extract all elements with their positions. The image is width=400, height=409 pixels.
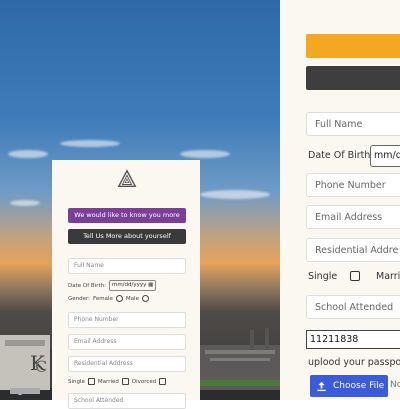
male-radio[interactable] — [141, 295, 149, 302]
dob-label-large: Date Of Birth: — [308, 150, 374, 161]
email-input[interactable]: Email Address — [68, 334, 186, 350]
marital-status-row: Single Married Divorced — [68, 378, 186, 385]
dob-row: Date Of Birth: mm/dd/yyyy ▦ — [68, 280, 186, 291]
number-input-large[interactable]: 11211838 — [306, 330, 400, 349]
no-file-chosen-text: No — [390, 380, 400, 390]
gender-label: Gender: — [68, 295, 91, 302]
dark-header-button[interactable] — [306, 66, 400, 90]
single-checkbox[interactable] — [87, 378, 95, 385]
divorced-label: Divorced — [131, 378, 157, 385]
yellow-header-button[interactable] — [306, 34, 400, 58]
calendar-icon[interactable]: ▦ — [148, 282, 153, 288]
choose-file-label: Choose File — [333, 381, 385, 391]
full-name-input[interactable]: Full Name — [68, 258, 186, 274]
single-label-large: Single — [308, 271, 338, 282]
dob-label: Date Of Birth: — [68, 282, 106, 289]
full-name-input-large[interactable]: Full Name — [306, 112, 400, 136]
svg-text:C: C — [35, 357, 47, 376]
residential-address-input[interactable]: Residential Address — [68, 356, 186, 372]
dob-date-input[interactable]: mm/dd/yyyy ▦ — [108, 280, 157, 291]
phone-input[interactable]: Phone Number — [68, 312, 186, 328]
passport-upload-label: uplood your passpo — [308, 357, 400, 368]
male-label: Male — [125, 295, 139, 302]
female-radio[interactable] — [115, 295, 123, 302]
know-you-more-button[interactable]: We would like to know you more — [68, 208, 186, 223]
school-attended-input[interactable]: School Attended — [68, 393, 186, 409]
dob-date-input-large[interactable]: mm/d — [370, 145, 400, 167]
residential-address-input-large[interactable]: Residential Addre — [306, 238, 400, 262]
gender-row: Gender: Female Male — [68, 295, 186, 302]
female-label: Female — [93, 295, 113, 302]
upload-icon — [317, 381, 326, 391]
mobile-preview-form-card: We would like to know you more Tell Us M… — [52, 160, 200, 409]
married-label-large: Marri — [376, 271, 400, 282]
phone-input-large[interactable]: Phone Number — [306, 173, 400, 197]
single-checkbox-large[interactable] — [350, 271, 360, 281]
triangle-logo-icon — [117, 169, 137, 188]
email-input-large[interactable]: Email Address — [306, 205, 400, 229]
school-attended-input-large[interactable]: School Attended — [306, 295, 400, 319]
choose-file-button[interactable]: Choose File — [310, 375, 388, 397]
divorced-checkbox[interactable] — [159, 378, 167, 385]
married-checkbox[interactable] — [121, 378, 129, 385]
main-form-panel: Full Name Date Of Birth: mm/d Phone Numb… — [280, 0, 400, 400]
married-label: Married — [97, 378, 119, 385]
tell-us-more-button[interactable]: Tell Us More about yourself — [68, 229, 186, 244]
single-label: Single — [68, 378, 85, 385]
